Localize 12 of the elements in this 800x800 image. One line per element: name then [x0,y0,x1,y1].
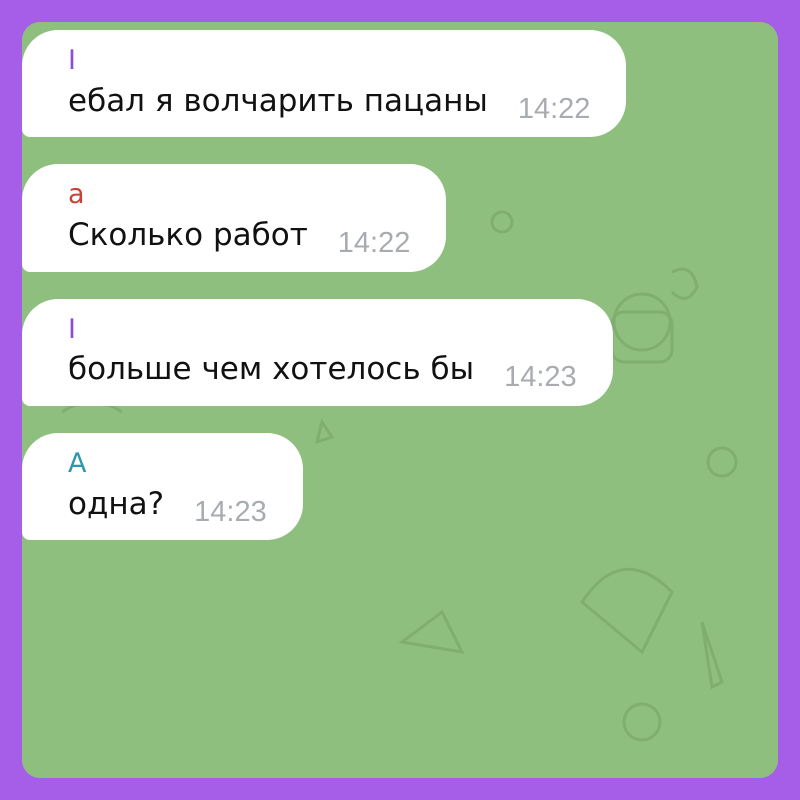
sender-name: I [68,312,76,346]
message-text: больше чем хотелось бы [68,350,474,390]
message-text: Сколько работ [68,216,308,256]
message-time: 14:23 [194,494,267,530]
message-text: ебал я волчарить пацаны [68,82,488,121]
message-time: 14:22 [338,226,410,261]
message-text: одна? [68,484,164,524]
sender-name: а [68,178,85,212]
sender-name: А [68,446,86,480]
message-time: 14:22 [518,92,590,127]
sender-name: I [68,44,76,78]
message-time: 14:23 [504,360,577,396]
